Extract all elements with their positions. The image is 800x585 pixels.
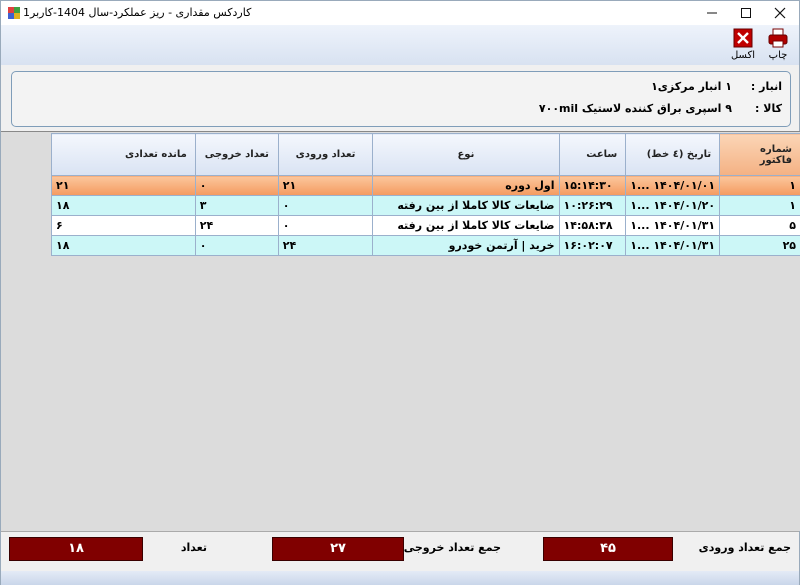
table-cell: ۱۵:۱۴:۳۰ bbox=[558, 175, 627, 196]
table-cell: ۱۴۰۴/۰۱/۳۱ ...۱ bbox=[625, 215, 721, 236]
column-header[interactable]: تاریخ (٤ خط) bbox=[625, 133, 721, 176]
item-value: ۹ اسپری براق کننده لاستیک ۷۰۰mil bbox=[538, 102, 732, 115]
total-out-label: جمع تعداد خروجی bbox=[403, 541, 501, 554]
column-header[interactable]: ساعت bbox=[558, 133, 627, 176]
item-label: کالا : bbox=[755, 102, 782, 115]
excel-button[interactable]: اکسل bbox=[726, 26, 760, 64]
column-header[interactable]: نوع bbox=[372, 133, 560, 176]
print-button[interactable]: چاپ bbox=[761, 26, 795, 64]
table-row[interactable]: ۱ ۱۴۰۴/۰۱/۰۱ ...۱ ۱۵:۱۴:۳۰ اول دوره ۲۱ ۰… bbox=[51, 175, 800, 196]
table-cell: ۱۶:۰۲:۰۷ bbox=[558, 235, 627, 256]
total-in-label: جمع تعداد ورودی bbox=[698, 541, 791, 554]
footer-totals: جمع تعداد ورودی ۴۵ جمع تعداد خروجی ۲۷ تع… bbox=[1, 531, 799, 585]
title-bar: کاردکس مقداری - ریز عملکرد-سال 1404-کارب… bbox=[1, 1, 799, 25]
grid-header-row: شماره فاکتور تاریخ (٤ خط) ساعت نوع تعداد… bbox=[51, 133, 800, 176]
table-cell: ۶ bbox=[51, 215, 196, 236]
table-cell: ۱۴۰۴/۰۱/۳۱ ...۱ bbox=[625, 235, 721, 256]
table-cell: ضایعات کالا کاملا از بین رفته bbox=[372, 215, 560, 236]
column-header[interactable]: شماره فاکتور bbox=[719, 133, 800, 176]
minimize-icon bbox=[707, 12, 717, 14]
print-label: چاپ bbox=[768, 50, 788, 61]
table-cell: ۱ bbox=[719, 175, 800, 196]
data-grid[interactable]: شماره فاکتور تاریخ (٤ خط) ساعت نوع تعداد… bbox=[51, 133, 800, 256]
table-cell: ضایعات کالا کاملا از بین رفته bbox=[372, 195, 560, 216]
table-cell: ۲۴ bbox=[194, 215, 279, 236]
table-cell: ۵ bbox=[719, 215, 800, 236]
table-cell: ۰ bbox=[194, 235, 279, 256]
table-cell: ۰ bbox=[277, 215, 374, 236]
app-window: کاردکس مقداری - ریز عملکرد-سال 1404-کارب… bbox=[0, 0, 800, 585]
count-value: ۱۸ bbox=[9, 537, 143, 561]
table-cell: ۳ bbox=[194, 195, 279, 216]
close-button[interactable] bbox=[763, 1, 797, 25]
table-cell: اول دوره bbox=[372, 175, 560, 196]
table-cell: ۱ bbox=[719, 195, 800, 216]
table-cell: ۱۰:۲۶:۲۹ bbox=[558, 195, 627, 216]
excel-label: اکسل bbox=[730, 50, 756, 61]
table-cell: ۱۸ bbox=[51, 235, 196, 256]
warehouse-value: ۱ انبار مرکزی۱ bbox=[651, 80, 732, 93]
table-cell: ۱۴۰۴/۰۱/۰۱ ...۱ bbox=[625, 175, 721, 196]
warehouse-label: انبار : bbox=[750, 80, 782, 93]
window-title: کاردکس مقداری - ریز عملکرد-سال 1404-کارب… bbox=[23, 6, 252, 19]
column-header[interactable]: تعداد خروجی bbox=[194, 133, 279, 176]
printer-icon bbox=[768, 28, 788, 48]
table-cell: ۲۴ bbox=[277, 235, 374, 256]
data-grid-area: شماره فاکتور تاریخ (٤ خط) ساعت نوع تعداد… bbox=[1, 131, 800, 531]
table-cell: ۰ bbox=[277, 195, 374, 216]
table-cell: ۱۴۰۴/۰۱/۲۰ ...۱ bbox=[625, 195, 721, 216]
table-cell: ۱۸ bbox=[51, 195, 196, 216]
app-icon bbox=[8, 7, 20, 19]
minimize-button[interactable] bbox=[695, 1, 729, 25]
table-cell: ۲۵ bbox=[719, 235, 800, 256]
column-header[interactable]: مانده تعدادی bbox=[51, 133, 196, 176]
column-header[interactable]: تعداد ورودی bbox=[277, 133, 374, 176]
count-label: تعداد bbox=[180, 541, 207, 554]
table-cell: ۲۱ bbox=[51, 175, 196, 196]
table-cell: ۲۱ bbox=[277, 175, 374, 196]
excel-icon bbox=[733, 28, 753, 48]
table-row[interactable]: ۵ ۱۴۰۴/۰۱/۳۱ ...۱ ۱۴:۵۸:۳۸ ضایعات کالا ک… bbox=[51, 215, 800, 236]
table-cell: ۰ bbox=[194, 175, 279, 196]
total-out-value: ۲۷ bbox=[272, 537, 404, 561]
toolbar: اکسل چاپ bbox=[1, 25, 799, 65]
status-bar bbox=[1, 571, 799, 585]
table-row[interactable]: ۱ ۱۴۰۴/۰۱/۲۰ ...۱ ۱۰:۲۶:۲۹ ضایعات کالا ک… bbox=[51, 195, 800, 216]
total-in-value: ۴۵ bbox=[543, 537, 673, 561]
table-row[interactable]: ۲۵ ۱۴۰۴/۰۱/۳۱ ...۱ ۱۶:۰۲:۰۷ خرید | آرتمن… bbox=[51, 235, 800, 256]
info-panel: انبار : ۱ انبار مرکزی۱ کالا : ۹ اسپری بر… bbox=[11, 71, 791, 127]
table-cell: ۱۴:۵۸:۳۸ bbox=[558, 215, 627, 236]
maximize-button[interactable] bbox=[729, 1, 763, 25]
close-icon bbox=[774, 7, 786, 19]
maximize-icon bbox=[741, 8, 751, 18]
table-cell: خرید | آرتمن خودرو bbox=[372, 235, 560, 256]
